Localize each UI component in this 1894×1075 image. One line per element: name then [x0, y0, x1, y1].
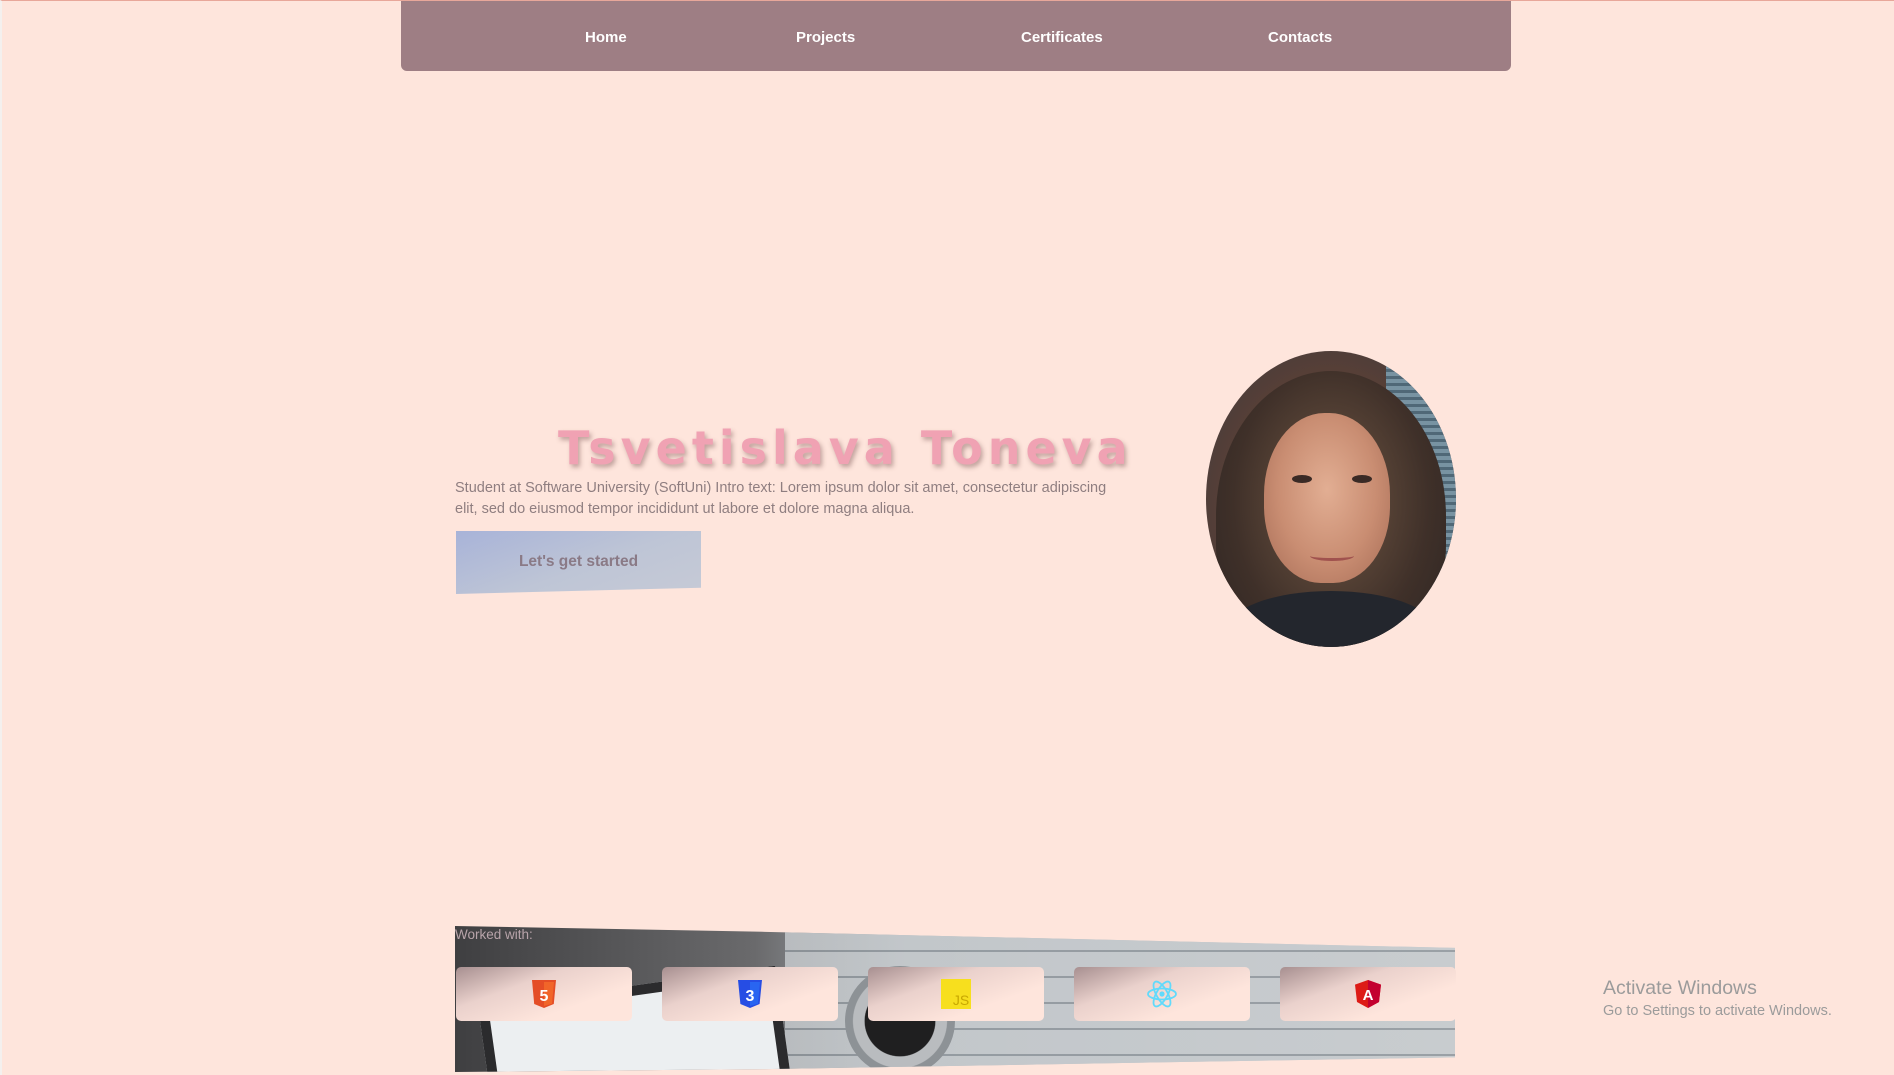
worked-with-label: Worked with:	[455, 927, 533, 942]
intro-text: Student at Software University (SoftUni)…	[455, 480, 1107, 517]
tech-card-css: 3	[662, 967, 838, 1021]
nav-certificates-link[interactable]: Certificates	[1021, 29, 1103, 46]
activate-windows-title: Activate Windows	[1603, 977, 1757, 999]
get-started-button[interactable]: Let's get started	[456, 531, 701, 594]
javascript-icon: JS	[941, 979, 971, 1009]
tech-card-angular: A	[1280, 967, 1456, 1021]
photo-smile	[1310, 551, 1354, 561]
css3-icon: 3	[738, 980, 762, 1008]
nav-home-link[interactable]: Home	[585, 29, 627, 46]
nav-contacts-link[interactable]: Contacts	[1268, 29, 1332, 46]
react-icon	[1147, 980, 1177, 1008]
hero-title: Tsvetislava Toneva	[558, 421, 1133, 475]
javascript-glyph: JS	[953, 992, 969, 1008]
activate-windows-subtitle: Go to Settings to activate Windows.	[1603, 1003, 1832, 1019]
angular-icon: A	[1355, 980, 1381, 1008]
nav-projects-link[interactable]: Projects	[796, 29, 855, 46]
angular-glyph: A	[1363, 987, 1374, 1004]
css3-glyph: 3	[746, 988, 755, 1005]
profile-photo	[1206, 351, 1456, 647]
tech-card-html: 5	[456, 967, 632, 1021]
tech-card-javascript: JS	[868, 967, 1044, 1021]
html5-glyph: 5	[540, 988, 549, 1005]
html5-icon: 5	[532, 980, 556, 1008]
top-navbar: Home Projects Certificates Contacts	[401, 1, 1511, 71]
tech-card-react	[1074, 967, 1250, 1021]
photo-right-eye	[1352, 475, 1372, 483]
photo-left-eye	[1292, 475, 1312, 483]
